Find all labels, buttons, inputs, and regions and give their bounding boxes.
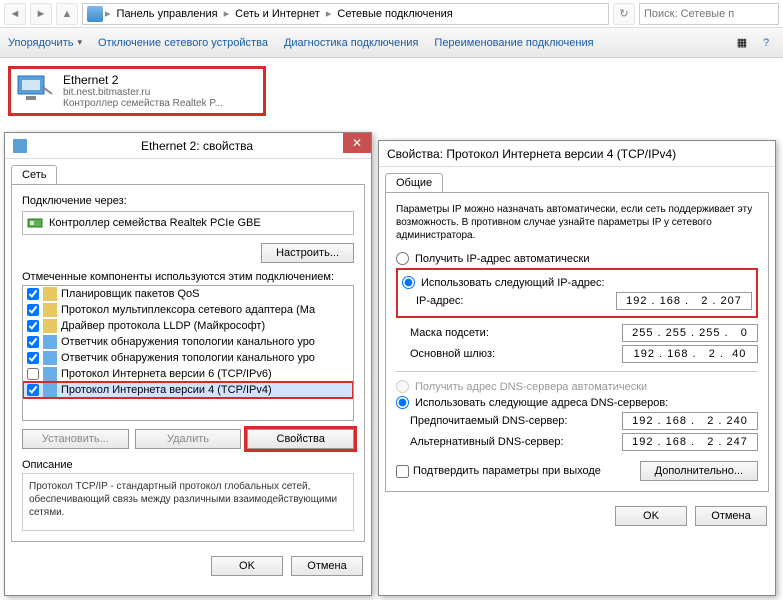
component-label: Протокол мультиплексора сетевого адаптер… <box>61 304 315 316</box>
ethernet-properties-dialog: Ethernet 2: свойства ✕ Сеть Подключение … <box>4 132 372 596</box>
ip-manual-label: Использовать следующий IP-адрес: <box>421 277 605 289</box>
cancel-button[interactable]: Отмена <box>291 556 363 576</box>
dns2-label: Альтернативный DNS-сервер: <box>410 436 622 448</box>
component-checkbox[interactable] <box>27 288 39 300</box>
component-checkbox[interactable] <box>27 304 39 316</box>
component-label: Ответчик обнаружения топологии канальног… <box>61 336 315 348</box>
component-label: Ответчик обнаружения топологии канальног… <box>61 352 315 364</box>
properties-button[interactable]: Свойства <box>247 429 354 449</box>
component-item[interactable]: Драйвер протокола LLDP (Майкрософт) <box>23 318 353 334</box>
advanced-button[interactable]: Дополнительно... <box>640 461 758 481</box>
component-label: Планировщик пакетов QoS <box>61 288 200 300</box>
validate-label: Подтвердить параметры при выходе <box>413 465 601 477</box>
control-panel-icon <box>87 6 103 22</box>
connect-using-field: Контроллер семейства Realtek PCIe GBE <box>22 211 354 235</box>
breadcrumb[interactable]: ▸ Панель управления ▸ Сеть и Интернет ▸ … <box>82 3 609 25</box>
breadcrumb-seg-0[interactable]: Панель управления <box>113 8 222 20</box>
adapter-name: Ethernet 2 <box>63 73 223 87</box>
ip-manual-radio[interactable] <box>402 276 415 289</box>
dns1-input[interactable] <box>622 412 758 430</box>
gateway-input[interactable] <box>622 345 758 363</box>
remove-button[interactable]: Удалить <box>135 429 242 449</box>
dns2-input[interactable] <box>622 433 758 451</box>
component-label: Протокол Интернета версии 6 (TCP/IPv6) <box>61 368 272 380</box>
protocol-icon <box>43 319 57 333</box>
connect-using-label: Подключение через: <box>22 195 354 207</box>
nav-back-button[interactable]: ◄ <box>4 3 26 25</box>
install-button[interactable]: Установить... <box>22 429 129 449</box>
dialog-title: Свойства: Протокол Интернета версии 4 (T… <box>387 147 767 161</box>
connect-using-value: Контроллер семейства Realtek PCIe GBE <box>49 217 261 229</box>
dns-manual-label: Использовать следующие адреса DNS-сервер… <box>415 397 668 409</box>
dns-auto-radio <box>396 380 409 393</box>
description-text: Протокол TCP/IP - стандартный протокол г… <box>22 473 354 531</box>
search-input[interactable] <box>639 3 779 25</box>
subnet-mask-input[interactable] <box>622 324 758 342</box>
component-item[interactable]: Протокол мультиплексора сетевого адаптер… <box>23 302 353 318</box>
description-label: Описание <box>22 459 354 471</box>
rename-button[interactable]: Переименование подключения <box>434 37 593 49</box>
ok-button[interactable]: OK <box>615 506 687 526</box>
component-checkbox[interactable] <box>27 384 39 396</box>
nic-icon <box>27 216 43 230</box>
validate-checkbox[interactable] <box>396 465 409 478</box>
component-list[interactable]: Планировщик пакетов QoS Протокол мультипл… <box>22 285 354 421</box>
network-adapter-icon <box>15 73 55 105</box>
adapter-item-ethernet2[interactable]: Ethernet 2 bit.nest.bitmaster.ru Контрол… <box>8 66 266 116</box>
component-checkbox[interactable] <box>27 352 39 364</box>
ip-auto-radio[interactable] <box>396 252 409 265</box>
gateway-label: Основной шлюз: <box>410 348 622 360</box>
nav-forward-button[interactable]: ► <box>30 3 52 25</box>
component-label: Протокол Интернета версии 4 (TCP/IPv4) <box>61 384 272 396</box>
dns-manual-radio[interactable] <box>396 396 409 409</box>
breadcrumb-seg-1[interactable]: Сеть и Интернет <box>231 8 324 20</box>
tab-general[interactable]: Общие <box>385 173 443 192</box>
adapter-domain: bit.nest.bitmaster.ru <box>63 87 223 98</box>
component-item[interactable]: Протокол Интернета версии 6 (TCP/IPv6) <box>23 366 353 382</box>
component-label: Драйвер протокола LLDP (Майкрософт) <box>61 320 265 332</box>
close-button[interactable]: ✕ <box>343 133 371 153</box>
nav-up-button[interactable]: ▲ <box>56 3 78 25</box>
diagnose-button[interactable]: Диагностика подключения <box>284 37 418 49</box>
component-checkbox[interactable] <box>27 320 39 332</box>
dialog-title: Ethernet 2: свойства <box>31 139 363 153</box>
component-checkbox[interactable] <box>27 368 39 380</box>
components-label: Отмеченные компоненты используются этим … <box>22 271 354 283</box>
help-icon[interactable]: ? <box>757 34 775 52</box>
tab-network[interactable]: Сеть <box>11 165 57 184</box>
ip-address-input[interactable] <box>616 292 752 310</box>
protocol-icon <box>43 303 57 317</box>
adapter-device: Контроллер семейства Realtek P... <box>63 98 223 109</box>
cancel-button[interactable]: Отмена <box>695 506 767 526</box>
organize-menu[interactable]: Упорядочить <box>8 37 82 49</box>
refresh-button[interactable]: ↻ <box>613 3 635 25</box>
view-options-icon[interactable]: ▦ <box>733 34 751 52</box>
disable-device-button[interactable]: Отключение сетевого устройства <box>98 37 268 49</box>
protocol-icon <box>43 383 57 397</box>
component-item[interactable]: Протокол Интернета версии 4 (TCP/IPv4) <box>23 382 353 398</box>
breadcrumb-seg-2[interactable]: Сетевые подключения <box>333 8 456 20</box>
component-item[interactable]: Ответчик обнаружения топологии канальног… <box>23 334 353 350</box>
component-checkbox[interactable] <box>27 336 39 348</box>
ip-address-label: IP-адрес: <box>416 295 616 307</box>
dns-auto-label: Получить адрес DNS-сервера автоматически <box>415 381 647 393</box>
dns1-label: Предпочитаемый DNS-сервер: <box>410 415 622 427</box>
protocol-icon <box>43 287 57 301</box>
ip-auto-label: Получить IP-адрес автоматически <box>415 253 589 265</box>
component-item[interactable]: Ответчик обнаружения топологии канальног… <box>23 350 353 366</box>
component-item[interactable]: Планировщик пакетов QoS <box>23 286 353 302</box>
protocol-icon <box>43 351 57 365</box>
ipv4-properties-dialog: Свойства: Протокол Интернета версии 4 (T… <box>378 140 776 596</box>
ok-button[interactable]: OK <box>211 556 283 576</box>
protocol-icon <box>43 335 57 349</box>
info-text: Параметры IP можно назначать автоматичес… <box>396 203 758 242</box>
protocol-icon <box>43 367 57 381</box>
configure-button[interactable]: Настроить... <box>261 243 354 263</box>
subnet-mask-label: Маска подсети: <box>410 327 622 339</box>
network-icon <box>13 139 27 153</box>
